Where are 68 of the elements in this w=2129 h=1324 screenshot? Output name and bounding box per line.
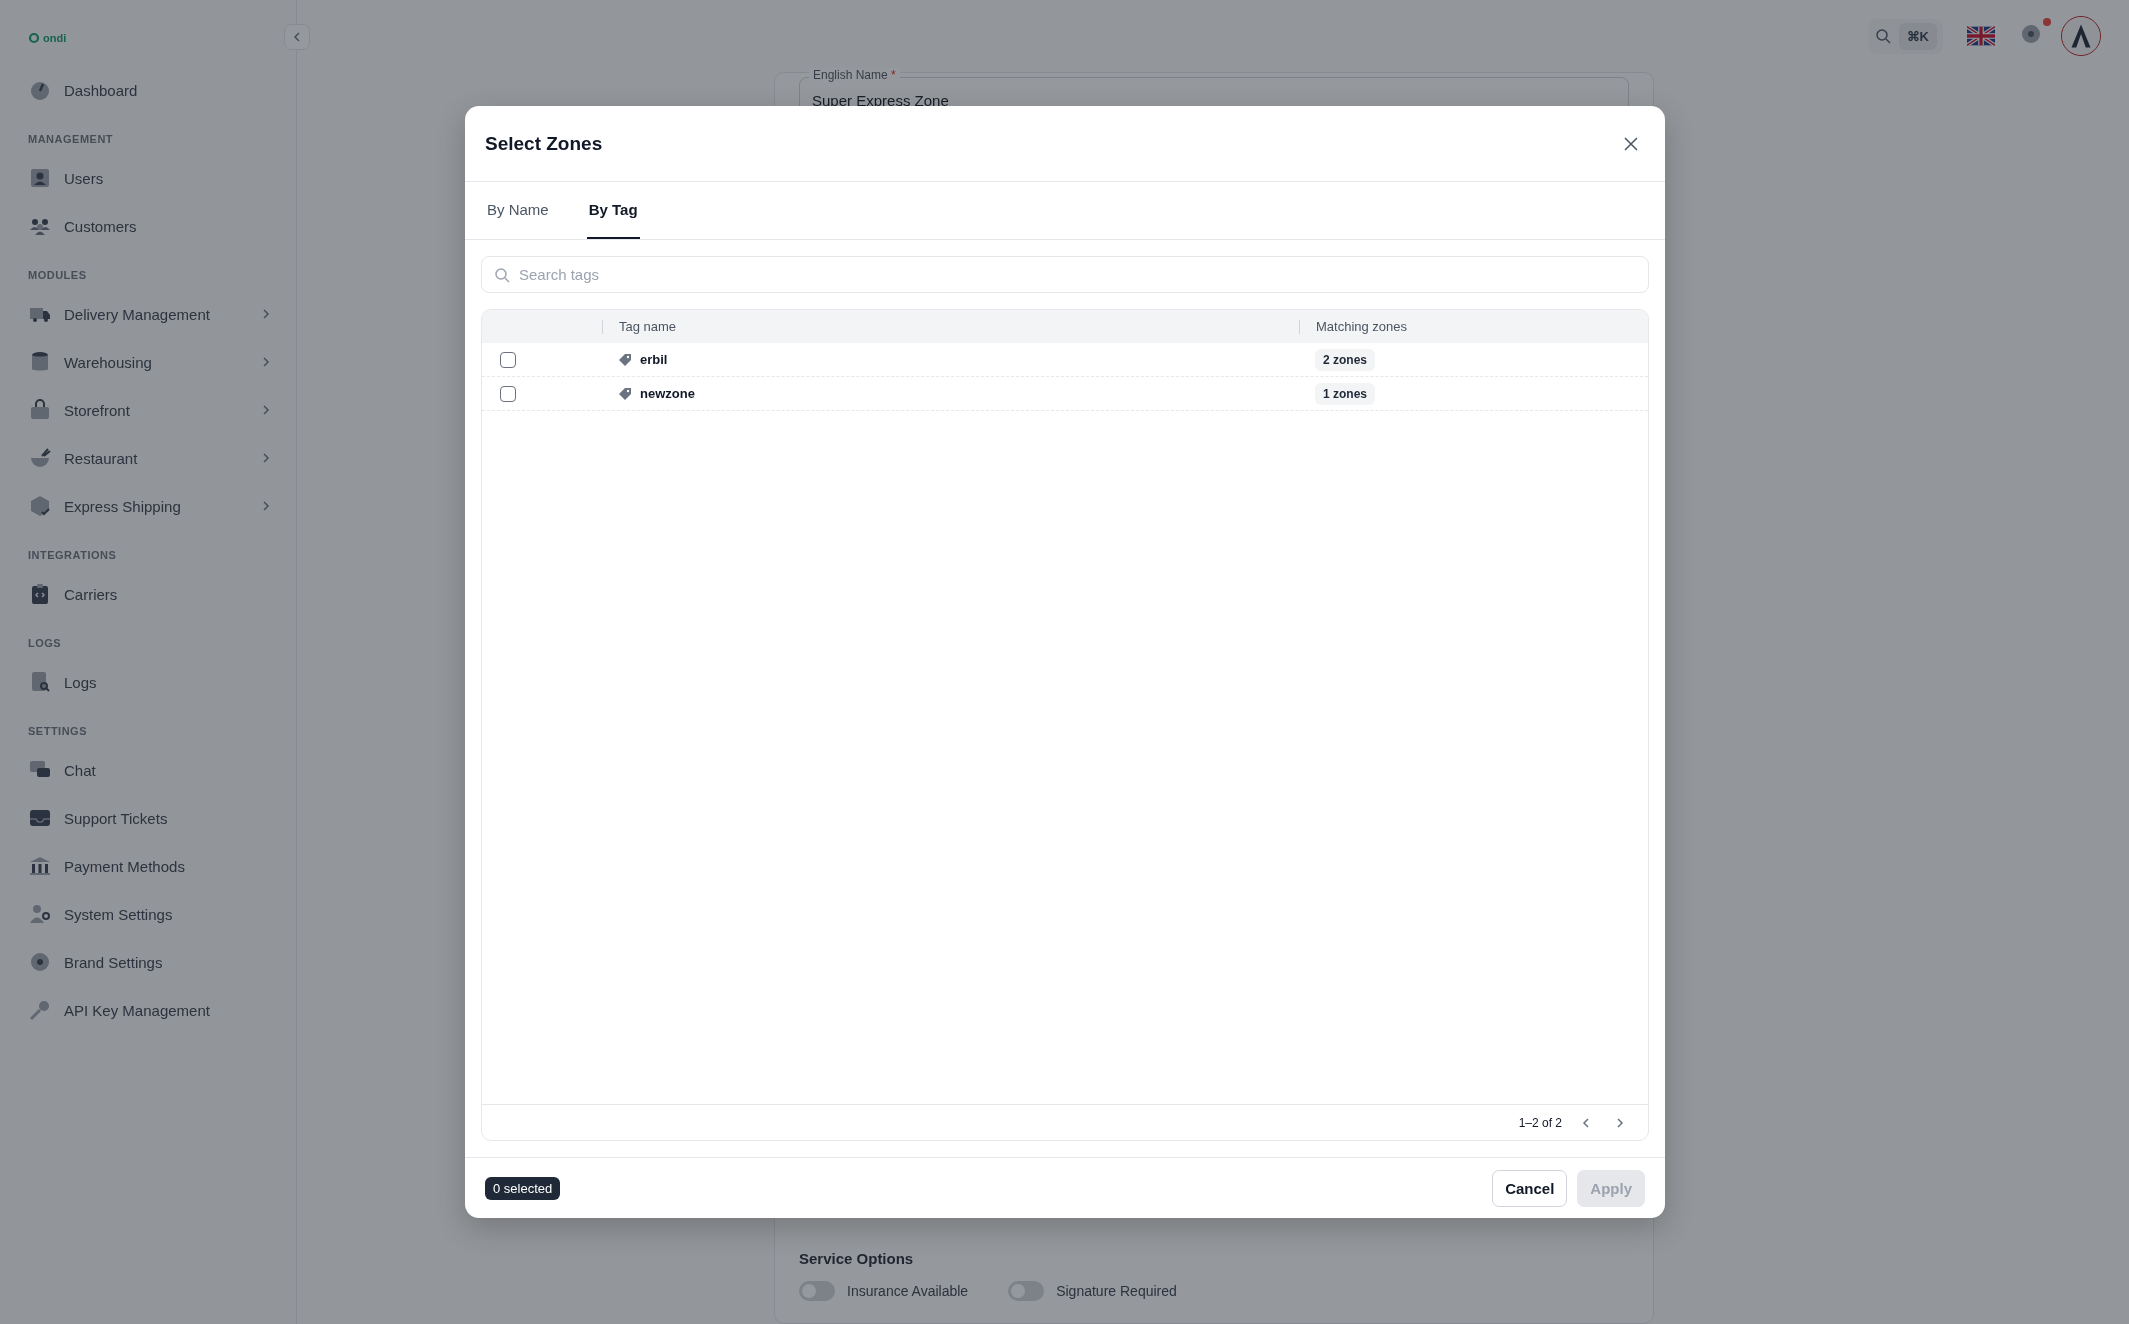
sidebar-item[interactable]: Express Shipping	[28, 482, 296, 530]
sidebar-item[interactable]: Customers	[28, 202, 296, 250]
flag-icon[interactable]	[1967, 26, 1995, 46]
chevron-right-icon	[260, 500, 272, 512]
search-icon	[1874, 28, 1891, 44]
chevron-left-icon	[291, 31, 303, 43]
sidebar-item[interactable]: Delivery Management	[28, 290, 296, 338]
key-icon	[28, 998, 52, 1022]
action-button[interactable]: Cancel	[1492, 1169, 1568, 1207]
toggle-label: Signature Required	[1056, 1283, 1177, 1299]
section-heading: INTEGRATIONS	[28, 549, 117, 561]
zone-count-badge: 1 zones	[1315, 382, 1375, 405]
section-heading: MODULES	[28, 269, 87, 281]
toggle-switch[interactable]	[1008, 1281, 1045, 1301]
chevron-right-icon	[260, 356, 272, 368]
tag-name: newzone	[640, 386, 695, 401]
pagination-text: 1–2 of 2	[1518, 1115, 1562, 1130]
toggle-switch[interactable]	[799, 1281, 835, 1301]
package-icon	[28, 494, 52, 518]
checkbox[interactable]	[500, 351, 516, 368]
search-icon	[494, 267, 510, 283]
tab[interactable]: By Tag	[586, 182, 640, 239]
field-label: English Name *	[809, 68, 900, 82]
section-title: Service Options	[799, 1250, 915, 1267]
search-field[interactable]: Search tags	[481, 256, 1649, 293]
sidebar-item[interactable]: Storefront	[28, 386, 296, 434]
tab[interactable]: By Name	[485, 182, 551, 239]
column-header: Tag name	[619, 319, 677, 334]
selection-count-badge: 0 selected	[485, 1176, 561, 1200]
chevron-right-icon	[1614, 1116, 1626, 1129]
search-button[interactable]: ⌘K	[1868, 18, 1943, 54]
logo-icon	[28, 32, 40, 44]
user-gear-icon	[28, 902, 52, 926]
logo-text: ondi	[43, 32, 67, 44]
sidebar-item[interactable]: Chat	[28, 746, 296, 794]
sidebar-item[interactable]: API Key Management	[28, 986, 296, 1034]
chevron-right-icon	[260, 452, 272, 464]
sidebar-item[interactable]: Support Tickets	[28, 794, 296, 842]
sidebar-item[interactable]: Restaurant	[28, 434, 296, 482]
sidebar-item[interactable]: Logs	[28, 658, 296, 706]
close-icon	[1623, 135, 1639, 152]
zone-count-badge: 2 zones	[1315, 348, 1375, 371]
chevron-right-icon	[260, 308, 272, 320]
section-heading: SETTINGS	[28, 725, 87, 737]
tag-name: erbil	[640, 352, 668, 367]
tag-icon	[618, 352, 632, 367]
shortcut-key: ⌘K	[1898, 22, 1937, 50]
sidebar-item[interactable]: Dashboard	[28, 66, 296, 114]
column-header: Matching zones	[1316, 319, 1408, 334]
tag-icon	[618, 386, 632, 401]
section-heading: MANAGEMENT	[28, 133, 114, 145]
chevron-right-icon	[260, 404, 272, 416]
toggle-label: Insurance Available	[847, 1283, 969, 1299]
sidebar-item[interactable]: Warehousing	[28, 338, 296, 386]
chevron-left-icon	[1580, 1116, 1592, 1129]
avatar[interactable]	[2061, 16, 2101, 56]
bank-icon	[28, 854, 52, 878]
section-heading: LOGS	[28, 637, 62, 649]
sidebar-item[interactable]: Carriers	[28, 570, 296, 618]
sidebar-item[interactable]: System Settings	[28, 890, 296, 938]
bag-icon	[28, 398, 52, 422]
bowl-icon	[28, 446, 52, 470]
user-icon	[28, 166, 52, 190]
dialog-title: Select Zones	[485, 132, 603, 155]
sidebar-item[interactable]: Brand Settings	[28, 938, 296, 986]
checkbox[interactable]	[500, 385, 516, 402]
sidebar-item[interactable]: Payment Methods	[28, 842, 296, 890]
sidebar-item[interactable]: Users	[28, 154, 296, 202]
